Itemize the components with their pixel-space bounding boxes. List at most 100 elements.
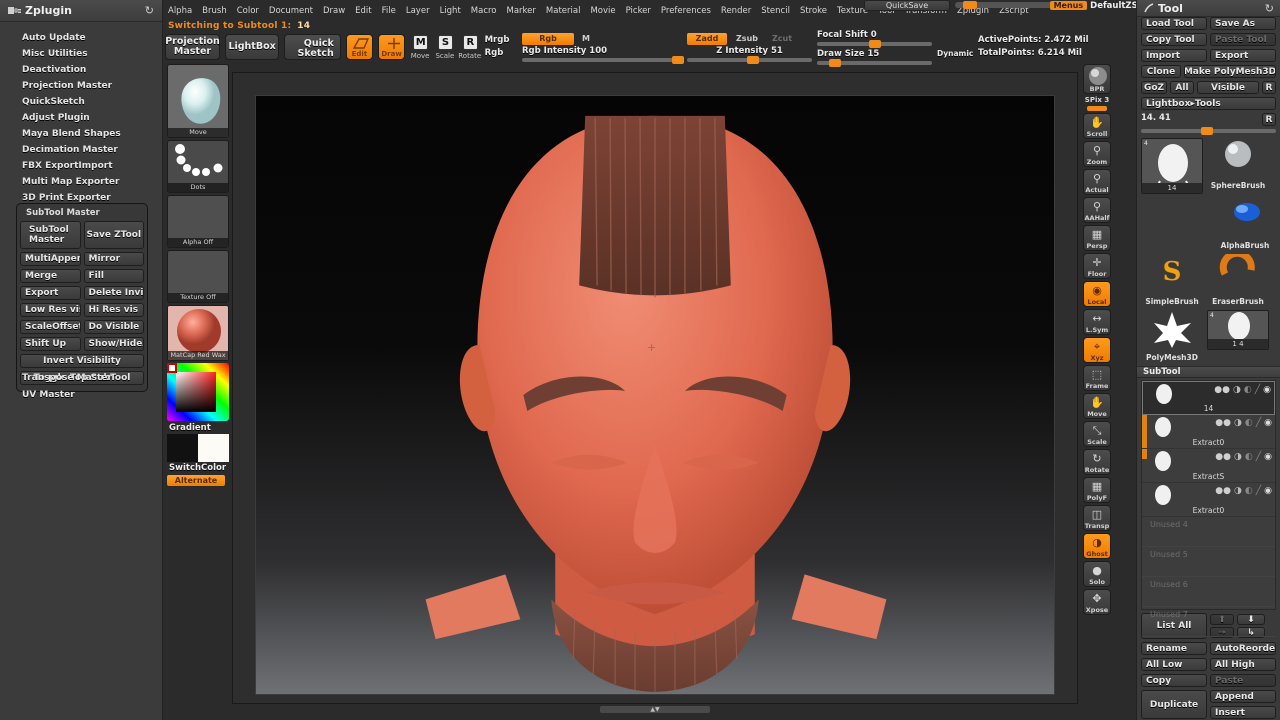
tool-thumb-head[interactable]: 4 14 bbox=[1141, 138, 1203, 194]
move-button[interactable]: M Move bbox=[410, 34, 430, 60]
subtool-visibility-icons[interactable]: ●● ◑ ◐ ╱ ◉ bbox=[1215, 486, 1272, 496]
save-as-button[interactable]: Save As bbox=[1210, 17, 1276, 30]
polypaint-icon[interactable]: ╱ bbox=[1255, 385, 1260, 395]
subtool-row[interactable]: ●● ◑ ◐ ╱ ◉ Extract0 bbox=[1142, 415, 1275, 449]
rgb-intensity-handle[interactable] bbox=[672, 55, 684, 64]
menus-badge[interactable]: Menus bbox=[1049, 1, 1088, 10]
subtool-paste-button[interactable]: Paste bbox=[1210, 674, 1276, 687]
zsub-chip[interactable]: Zsub bbox=[731, 33, 763, 45]
clone-button[interactable]: Clone bbox=[1141, 65, 1181, 78]
moon-icon[interactable]: ◑ bbox=[1234, 418, 1242, 428]
zplugin-item-3[interactable]: Projection Master bbox=[0, 78, 162, 94]
rbar-frame-button[interactable]: ⬚ Frame bbox=[1083, 365, 1111, 391]
subtool-row[interactable]: ●● ◑ ◐ ╱ ◉ Extract0 bbox=[1142, 483, 1275, 517]
tool-slider-handle[interactable] bbox=[1201, 127, 1213, 135]
zplugin-item-7[interactable]: Decimation Master bbox=[0, 142, 162, 158]
mrgb-label[interactable]: Mrgb bbox=[485, 34, 517, 47]
subtool-rename-button[interactable]: Rename bbox=[1141, 642, 1207, 655]
spix-slider[interactable] bbox=[1087, 106, 1107, 111]
subtool-visibility-icons[interactable]: ●● ◑ ◐ ╱ ◉ bbox=[1215, 418, 1272, 428]
edit-button[interactable]: Edit bbox=[345, 34, 373, 60]
menu-item-stencil[interactable]: Stencil bbox=[756, 6, 795, 16]
zplugin-item-2[interactable]: Deactivation bbox=[0, 62, 162, 78]
m-chip[interactable]: M bbox=[578, 33, 594, 45]
menu-item-picker[interactable]: Picker bbox=[621, 6, 656, 16]
rbar-scale-button[interactable]: ⤡ Scale bbox=[1083, 421, 1111, 447]
moon-icon[interactable]: ◑ bbox=[1234, 452, 1242, 462]
alpha-brush-cell[interactable]: AlphaBrush bbox=[1214, 198, 1276, 250]
stm-hi-res-vis-button[interactable]: Hi Res vis bbox=[83, 303, 144, 317]
subtool-unused-row[interactable]: Unused 6 bbox=[1142, 577, 1275, 607]
menu-item-document[interactable]: Document bbox=[264, 6, 318, 16]
rbar-solo-button[interactable]: ● Solo bbox=[1083, 561, 1111, 587]
stm-low-res-vis-button[interactable]: Low Res vis bbox=[20, 303, 81, 317]
projection-master-button[interactable]: Projection Master bbox=[165, 34, 220, 60]
menu-item-material[interactable]: Material bbox=[541, 6, 586, 16]
goz-button[interactable]: GoZ bbox=[1141, 81, 1167, 94]
menu-item-layer[interactable]: Layer bbox=[401, 6, 435, 16]
make-polymesh3d-button[interactable]: Make PolyMesh3D bbox=[1184, 65, 1276, 78]
lightbox-button[interactable]: LightBox bbox=[225, 34, 280, 60]
zplugin-item-6[interactable]: Maya Blend Shapes bbox=[0, 126, 162, 142]
menu-item-render[interactable]: Render bbox=[716, 6, 756, 16]
rgb-high-chip[interactable]: Rgb bbox=[522, 32, 574, 45]
rotate-button[interactable]: R Rotate bbox=[458, 34, 481, 60]
rbar-zoom-button[interactable]: ⚲ Zoom bbox=[1083, 141, 1111, 167]
rbar-transp-button[interactable]: ◫ Transp bbox=[1083, 505, 1111, 531]
rbar-actual-button[interactable]: ⚲ Actual bbox=[1083, 169, 1111, 195]
goz-r-button[interactable]: R bbox=[1262, 81, 1276, 94]
zplugin-item-8[interactable]: FBX ExportImport bbox=[0, 158, 162, 174]
menu-item-marker[interactable]: Marker bbox=[502, 6, 541, 16]
rbar-rotate-button[interactable]: ↻ Rotate bbox=[1083, 449, 1111, 475]
menu-item-preferences[interactable]: Preferences bbox=[656, 6, 716, 16]
stm-show-hideall-button[interactable]: Show/HideAll bbox=[83, 337, 144, 351]
moon-icon[interactable]: ◑ bbox=[1234, 486, 1242, 496]
tool-thumb-head2[interactable]: 4 1 4 bbox=[1207, 310, 1269, 350]
paint-icon[interactable]: ●● bbox=[1215, 486, 1231, 496]
menu-item-edit[interactable]: Edit bbox=[350, 6, 376, 16]
rbar-persp-button[interactable]: ▦ Persp bbox=[1083, 225, 1111, 251]
menu-item-stroke[interactable]: Stroke bbox=[795, 6, 832, 16]
main-color-swatch[interactable] bbox=[167, 434, 198, 462]
quick-sketch-button[interactable]: Quick Sketch bbox=[284, 34, 341, 60]
simple-brush-cell[interactable]: S SimpleBrush bbox=[1141, 254, 1203, 306]
menu-item-light[interactable]: Light bbox=[435, 6, 466, 16]
contrast-icon[interactable]: ◐ bbox=[1245, 486, 1253, 496]
zplugin-item-5[interactable]: Adjust Plugin bbox=[0, 110, 162, 126]
duplicate-button[interactable]: Duplicate bbox=[1141, 690, 1207, 719]
subtool-unused-row[interactable]: Unused 7 bbox=[1142, 607, 1275, 637]
z-intensity-slider[interactable] bbox=[687, 55, 812, 64]
rbar-move-button[interactable]: ✋ Move bbox=[1083, 393, 1111, 419]
subtool-visibility-icons[interactable]: ●● ◑ ◐ ╱ ◉ bbox=[1214, 385, 1271, 395]
invert-visibility-button[interactable]: Invert Visibility bbox=[20, 354, 144, 368]
rgb-label[interactable]: Rgb bbox=[485, 47, 517, 60]
gradient-label[interactable]: Gradient bbox=[167, 423, 229, 433]
eye-icon[interactable]: ◉ bbox=[1264, 486, 1272, 496]
rgb-intensity-slider[interactable] bbox=[522, 55, 684, 64]
paint-icon[interactable]: ●● bbox=[1215, 452, 1231, 462]
secondary-color-swatch[interactable] bbox=[198, 434, 229, 462]
copy-tool-button[interactable]: Copy Tool bbox=[1141, 33, 1207, 46]
rbar-ghost-button[interactable]: ◑ Ghost bbox=[1083, 533, 1111, 559]
alternate-button[interactable]: Alternate bbox=[167, 475, 225, 486]
uv-master-item[interactable]: UV Master bbox=[0, 390, 75, 400]
subtool-row[interactable]: ●● ◑ ◐ ╱ ◉ ExtractS bbox=[1142, 449, 1275, 483]
stm-fill-button[interactable]: Fill bbox=[83, 269, 144, 283]
rbar-local-button[interactable]: ◉ Local bbox=[1083, 281, 1111, 307]
subtool-master-button[interactable]: SubTool Master bbox=[20, 221, 81, 249]
color-picker[interactable] bbox=[167, 363, 229, 421]
rbar-xyz-button[interactable]: ⌖ Xyz bbox=[1083, 337, 1111, 363]
reset-icon[interactable]: ↻ bbox=[1265, 2, 1274, 15]
current-tool-r-button[interactable]: R bbox=[1262, 113, 1276, 126]
texture-slot[interactable]: Texture Off bbox=[167, 250, 229, 303]
subtool-unused-row[interactable]: Unused 5 bbox=[1142, 547, 1275, 577]
load-tool-button[interactable]: Load Tool bbox=[1141, 17, 1207, 30]
subtool-visibility-icons[interactable]: ●● ◑ ◐ ╱ ◉ bbox=[1215, 452, 1272, 462]
switch-color-button[interactable]: SwitchColor bbox=[167, 463, 229, 473]
paste-tool-button[interactable]: Paste Tool bbox=[1210, 33, 1276, 46]
stm-do-visible-button[interactable]: Do Visible bbox=[83, 320, 144, 334]
rbar-xpose-button[interactable]: ✥ Xpose bbox=[1083, 589, 1111, 615]
draw-button[interactable]: Draw bbox=[378, 34, 406, 60]
menu-item-file[interactable]: File bbox=[377, 6, 401, 16]
zplugin-item-1[interactable]: Misc Utilities bbox=[0, 46, 162, 62]
